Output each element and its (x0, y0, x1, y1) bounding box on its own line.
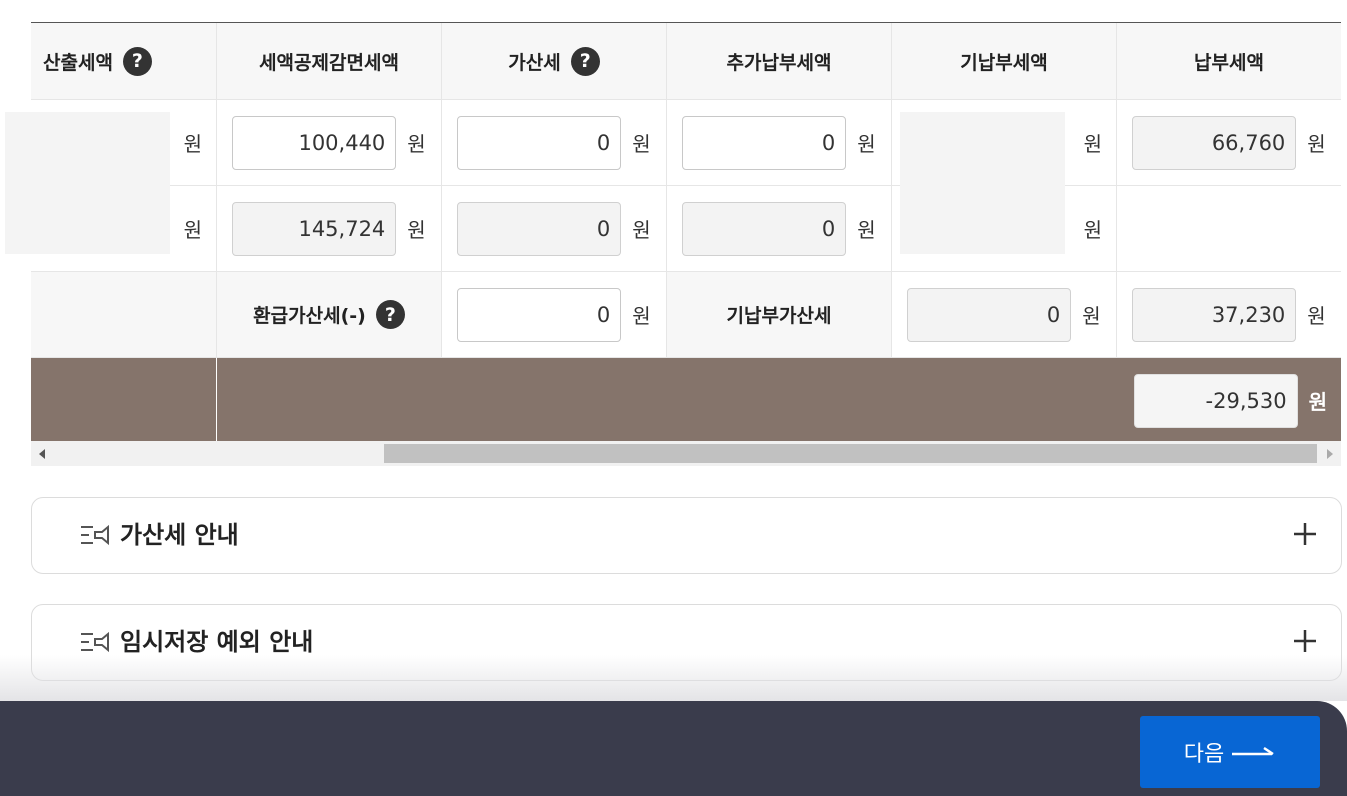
total-cell: -29,530 원 (217, 358, 1341, 443)
scroll-left-arrow-icon[interactable] (39, 449, 45, 459)
unit-label: 원 (407, 132, 426, 156)
unit-label: 원 (1082, 304, 1101, 328)
header-label: 납부세액 (1194, 51, 1264, 74)
prepaid-penalty-header: 기납부가산세 (667, 272, 892, 357)
table-header-row: 산출세액 ? 세액공제감면세액 가산세 ? 추가납부세액 기납부세액 납부세액 (31, 23, 1341, 100)
tax-credit-cell: 145,724 원 (217, 186, 442, 271)
empty-cell (1117, 186, 1341, 271)
unit-label: 원 (1083, 132, 1102, 156)
additional-tax-cell: 0 원 (667, 100, 892, 185)
refund-penalty-input[interactable]: 0 (457, 287, 622, 342)
tax-table: 산출세액 ? 세액공제감면세액 가산세 ? 추가납부세액 기납부세액 납부세액 … (31, 22, 1341, 443)
unit-label: 원 (407, 218, 426, 242)
refund-penalty-label: 환급가산세(-) (253, 305, 366, 327)
unit-label: 원 (857, 132, 876, 156)
footer-bar: 다음 (0, 701, 1347, 796)
scroll-right-arrow-icon[interactable] (1327, 449, 1333, 459)
total-row: -29,530 원 (31, 358, 1341, 443)
prepaid-penalty-field: 0 (907, 287, 1072, 342)
header-prepaid-tax: 기납부세액 (892, 23, 1117, 99)
horizontal-scrollbar[interactable] (31, 441, 1341, 466)
header-payable-tax: 납부세액 (1117, 23, 1341, 99)
tax-credit-field: 145,724 (232, 201, 397, 256)
arrow-right-icon (1232, 746, 1274, 756)
empty-cell (31, 272, 217, 357)
table-row: 원 145,724 원 0 원 0 원 원 (31, 186, 1341, 272)
help-icon[interactable]: ? (122, 46, 152, 76)
unit-label: 원 (183, 132, 202, 156)
payable-tax-cell: 37,230 원 (1117, 272, 1341, 357)
additional-tax-cell: 0 원 (667, 186, 892, 271)
payable-tax-field: 66,760 (1132, 115, 1297, 170)
unit-label: 원 (632, 218, 651, 242)
payable-tax-cell: 66,760 원 (1117, 100, 1341, 185)
next-button-label: 다음 (1183, 742, 1225, 767)
header-tax-credit: 세액공제감면세액 (217, 23, 442, 99)
header-calculated-tax: 산출세액 ? (31, 23, 217, 99)
header-label: 추가납부세액 (726, 51, 832, 74)
plus-icon[interactable] (1291, 627, 1319, 655)
penalty-tax-cell: 0 원 (442, 100, 667, 185)
total-tax-field: -29,530 (1133, 373, 1298, 428)
penalty-tax-field: 0 (457, 201, 622, 256)
accordion-penalty-guide[interactable]: 가산세 안내 (31, 497, 1342, 574)
redacted-area (5, 112, 170, 254)
unit-label: 원 (857, 218, 876, 242)
unit-label: 원 (1307, 132, 1326, 156)
penalty-tax-cell: 0 원 (442, 186, 667, 271)
header-penalty-tax: 가산세 ? (442, 23, 667, 99)
announcement-icon (81, 524, 109, 546)
refund-penalty-header: 환급가산세(-) ? (217, 272, 442, 357)
tax-credit-input[interactable]: 100,440 (232, 115, 397, 170)
accordion-title: 가산세 안내 (120, 521, 239, 549)
additional-tax-input[interactable]: 0 (682, 115, 847, 170)
header-label: 가산세 (508, 51, 561, 74)
penalty-tax-input[interactable]: 0 (457, 115, 622, 170)
unit-label: 원 (183, 218, 202, 242)
unit-label: 원 (1307, 304, 1326, 328)
prepaid-penalty-cell: 0 원 (892, 272, 1117, 357)
tax-credit-cell: 100,440 원 (217, 100, 442, 185)
unit-label: 원 (632, 132, 651, 156)
redacted-area (900, 112, 1065, 254)
help-icon[interactable]: ? (570, 46, 600, 76)
refund-penalty-cell: 0 원 (442, 272, 667, 357)
unit-label: 원 (1083, 218, 1102, 242)
unit-label: 원 (632, 304, 651, 328)
table-row: 환급가산세(-) ? 0 원 기납부가산세 0 원 37,230 원 (31, 272, 1341, 358)
plus-icon[interactable] (1291, 520, 1319, 548)
scrollbar-thumb[interactable] (384, 444, 1317, 463)
unit-label: 원 (1308, 390, 1327, 414)
fade-overlay (0, 655, 1347, 701)
help-icon[interactable]: ? (375, 300, 405, 329)
header-additional-tax: 추가납부세액 (667, 23, 892, 99)
header-label: 산출세액 (43, 51, 113, 74)
next-button[interactable]: 다음 (1140, 716, 1320, 788)
header-label: 세액공제감면세액 (259, 51, 399, 74)
table-row: 원 100,440 원 0 원 0 원 원 66,760 원 (31, 100, 1341, 186)
additional-tax-field: 0 (682, 201, 847, 256)
announcement-icon (81, 631, 109, 653)
empty-cell (31, 358, 217, 443)
header-label: 기납부세액 (960, 51, 1048, 74)
prepaid-penalty-label: 기납부가산세 (726, 305, 832, 327)
payable-tax-field: 37,230 (1132, 287, 1297, 342)
